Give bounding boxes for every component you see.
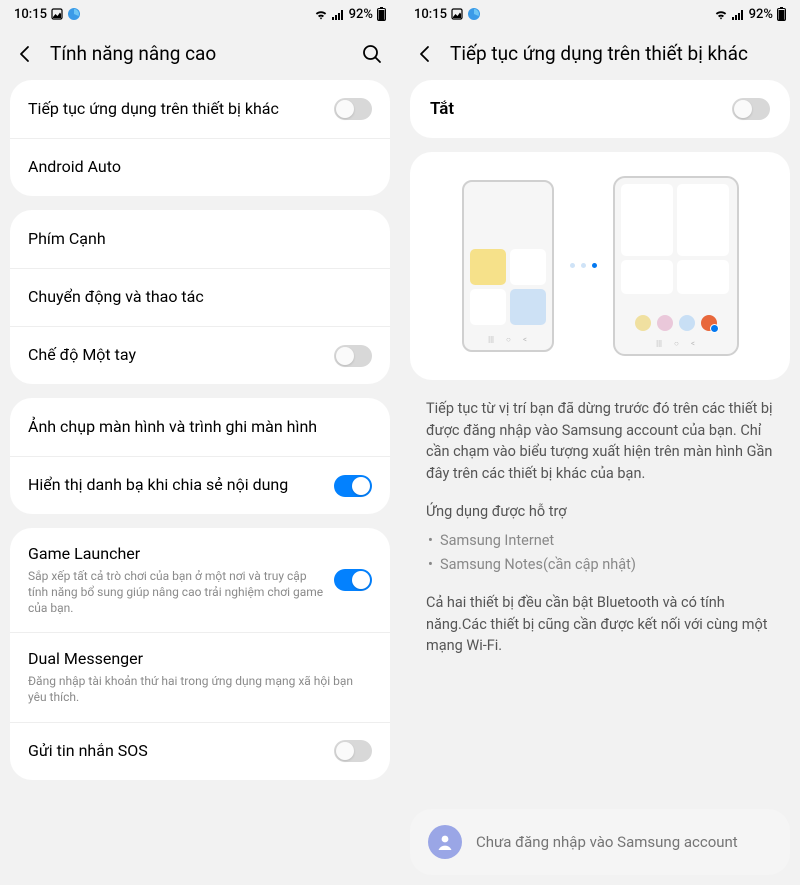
supported-app: Samsung Internet	[440, 529, 774, 554]
screen-advanced-features: 10:15 92% Tính năng nâng cao Tiếp tục ứn…	[0, 0, 400, 885]
status-battery: 92%	[349, 7, 373, 22]
row-title: Gửi tin nhắn SOS	[28, 741, 324, 762]
supported-app: Samsung Notes(cần cập nhật)	[440, 553, 774, 578]
signin-text: Chưa đăng nhập vào Samsung account	[476, 832, 738, 852]
row-dual-messenger[interactable]: Dual Messenger Đăng nhập tài khoản thứ h…	[10, 632, 390, 721]
row-sos[interactable]: Gửi tin nhắn SOS	[10, 722, 390, 780]
row-continue-apps[interactable]: Tiếp tục ứng dụng trên thiết bị khác	[10, 80, 390, 138]
screen-continue-apps: 10:15 92% Tiếp tục ứng dụng trên thiết b…	[400, 0, 800, 885]
title-bar: Tính năng nâng cao	[0, 28, 400, 80]
row-title: Dual Messenger	[28, 649, 362, 670]
toggle-game-launcher[interactable]	[334, 569, 372, 591]
master-toggle-row[interactable]: Tắt	[410, 80, 790, 138]
battery-icon	[777, 7, 786, 21]
row-title: Game Launcher	[28, 544, 324, 565]
row-subtitle: Sắp xếp tất cả trò chơi của bạn ở một nơ…	[28, 568, 324, 617]
illustration-phone-icon: |||○<	[462, 180, 554, 352]
row-title: Tiếp tục ứng dụng trên thiết bị khác	[28, 99, 324, 120]
desc-paragraph: Cả hai thiết bị đều cần bật Bluetooth và…	[426, 592, 774, 657]
transfer-dots-icon	[570, 263, 597, 268]
back-button[interactable]	[14, 43, 36, 65]
row-title: Phím Cạnh	[28, 229, 362, 250]
status-time: 10:15	[14, 7, 47, 22]
toggle-continue-apps[interactable]	[334, 98, 372, 120]
master-toggle-label: Tắt	[430, 99, 454, 119]
master-toggle[interactable]	[732, 98, 770, 120]
supported-apps-title: Ứng dụng được hỗ trợ	[426, 501, 774, 523]
pic-icon	[51, 8, 63, 20]
desc-paragraph: Tiếp tục từ vị trí bạn đã dừng trước đó …	[426, 398, 774, 485]
signal-icon	[332, 9, 345, 20]
row-subtitle: Đăng nhập tài khoản thứ hai trong ứng dụ…	[28, 673, 362, 705]
illustration: |||○< |||○<	[410, 152, 790, 380]
signin-banner[interactable]: Chưa đăng nhập vào Samsung account	[410, 809, 790, 875]
page-title: Tính năng nâng cao	[50, 42, 346, 66]
settings-list: Tiếp tục ứng dụng trên thiết bị khác And…	[0, 80, 400, 885]
illustration-tablet-icon: |||○<	[613, 176, 739, 356]
browser-icon	[67, 7, 81, 21]
description: Tiếp tục từ vị trí bạn đã dừng trước đó …	[410, 398, 790, 657]
row-title: Chuyển động và thao tác	[28, 287, 362, 308]
wifi-icon	[314, 9, 328, 20]
status-bar: 10:15 92%	[0, 0, 400, 28]
title-bar: Tiếp tục ứng dụng trên thiết bị khác	[400, 28, 800, 80]
toggle-one-hand[interactable]	[334, 345, 372, 367]
row-one-hand[interactable]: Chế độ Một tay	[10, 326, 390, 384]
row-title: Ảnh chụp màn hình và trình ghi màn hình	[28, 417, 362, 438]
wifi-icon	[714, 9, 728, 20]
row-motions[interactable]: Chuyển động và thao tác	[10, 268, 390, 326]
status-bar: 10:15 92%	[400, 0, 800, 28]
row-screenshots[interactable]: Ảnh chụp màn hình và trình ghi màn hình	[10, 398, 390, 456]
row-title: Chế độ Một tay	[28, 345, 324, 366]
pic-icon	[451, 8, 463, 20]
detail-content: Tắt |||○<	[400, 80, 800, 809]
row-title: Android Auto	[28, 157, 362, 178]
row-android-auto[interactable]: Android Auto	[10, 138, 390, 196]
search-button[interactable]	[360, 42, 384, 66]
status-time: 10:15	[414, 7, 447, 22]
signal-icon	[732, 9, 745, 20]
toggle-sos[interactable]	[334, 740, 372, 762]
row-side-key[interactable]: Phím Cạnh	[10, 210, 390, 268]
row-game-launcher[interactable]: Game Launcher Sắp xếp tất cả trò chơi củ…	[10, 528, 390, 632]
browser-icon	[467, 7, 481, 21]
account-icon	[428, 825, 462, 859]
back-button[interactable]	[414, 43, 436, 65]
battery-icon	[377, 7, 386, 21]
row-contacts-share[interactable]: Hiển thị danh bạ khi chia sẻ nội dung	[10, 456, 390, 514]
toggle-contacts-share[interactable]	[334, 475, 372, 497]
row-title: Hiển thị danh bạ khi chia sẻ nội dung	[28, 475, 324, 496]
status-battery: 92%	[749, 7, 773, 22]
page-title: Tiếp tục ứng dụng trên thiết bị khác	[450, 42, 784, 66]
